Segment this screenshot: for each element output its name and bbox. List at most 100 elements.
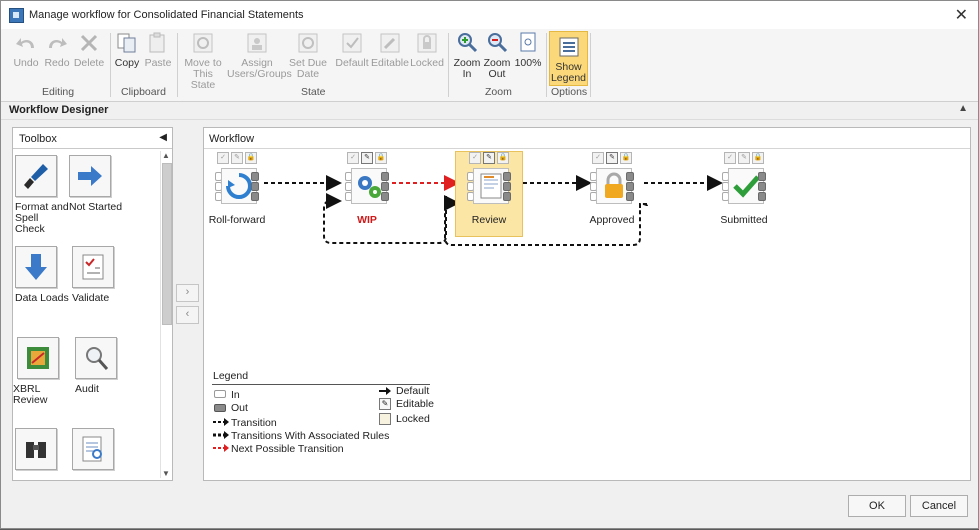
- copy-button[interactable]: Copy: [113, 31, 141, 69]
- app-icon: [9, 8, 24, 23]
- out-port: [758, 172, 766, 181]
- copy-icon: [115, 31, 139, 55]
- pencil-icon: [378, 31, 402, 55]
- redo-label: Redo: [44, 57, 70, 69]
- locked-button[interactable]: Locked: [410, 31, 444, 69]
- toolbox-item-data-loads[interactable]: Data Loads: [15, 246, 71, 304]
- toolbox-item-label: XBRL Review: [13, 383, 48, 406]
- document-search-icon: [72, 428, 114, 470]
- locked-label: Locked: [410, 57, 444, 69]
- delete-button[interactable]: Delete: [73, 31, 105, 69]
- zoom-in-icon: [455, 31, 479, 55]
- show-legend-button[interactable]: Show Legend: [549, 31, 588, 86]
- default-flag-icon: ✓: [724, 152, 736, 164]
- toolbox-item-label: Audit: [75, 383, 99, 395]
- group-editing-label: Editing: [42, 86, 75, 98]
- calendar-icon: [296, 31, 320, 55]
- zoom-out-button[interactable]: Zoom Out: [482, 31, 512, 80]
- add-to-workflow-button[interactable]: ›: [176, 284, 199, 302]
- toolbox-scrollbar[interactable]: ▲ ▼: [160, 151, 172, 478]
- in-port-swatch: [214, 390, 226, 398]
- set-due-date-button[interactable]: Set Due Date: [289, 31, 327, 80]
- group-separator: [177, 33, 178, 97]
- paste-icon: [146, 31, 170, 55]
- collapse-chevron-icon[interactable]: ▲: [958, 103, 968, 114]
- xbrl-review-icon: [17, 337, 59, 379]
- toolbox-item-validate[interactable]: Validate: [72, 246, 128, 304]
- default-flag-icon: ✓: [469, 152, 481, 164]
- zoom-100-button[interactable]: 100%: [513, 31, 543, 69]
- title-bar: Manage workflow for Consolidated Financi…: [1, 1, 978, 30]
- editable-flag-icon: ✎: [606, 152, 618, 164]
- remove-from-workflow-button[interactable]: ‹: [176, 306, 199, 324]
- locked-flag-icon: 🔒: [752, 152, 764, 164]
- legend-title: Legend: [213, 370, 249, 382]
- legend-default: Default: [396, 385, 430, 397]
- out-port: [758, 192, 766, 201]
- node-flags: ✓ ✎ 🔒: [204, 152, 270, 164]
- locked-flag-icon: 🔒: [375, 152, 387, 164]
- node-label: Review: [471, 214, 507, 226]
- assign-users-groups-button[interactable]: Assign Users/Groups: [227, 31, 292, 80]
- default-button[interactable]: Default: [335, 31, 369, 69]
- out-port: [758, 182, 766, 191]
- locked-legend-icon: [379, 413, 391, 425]
- zoom-in-button[interactable]: Zoom In: [452, 31, 482, 80]
- legend-out: Out: [231, 402, 248, 414]
- node-label: Submitted: [720, 214, 768, 226]
- node-submitted[interactable]: ✓ ✎ 🔒 Submitted: [711, 152, 777, 226]
- legend-transition: Transition: [231, 417, 277, 429]
- editable-button[interactable]: Editable: [371, 31, 409, 69]
- editable-legend-icon: ✎: [379, 398, 391, 410]
- scroll-down-icon[interactable]: ▼: [162, 469, 170, 478]
- default-arrow-icon: [379, 387, 391, 395]
- redo-button[interactable]: Redo: [42, 31, 72, 69]
- workflow-canvas: Workflow ✓ ✎ 🔒 Roll-forward ✓ ✎ 🔒 WIP ✓ …: [203, 127, 971, 481]
- cancel-button[interactable]: Cancel: [910, 495, 968, 517]
- node-approved[interactable]: ✓ ✎ 🔒 Approved: [579, 152, 645, 226]
- toolbox-item-audit[interactable]: Audit: [75, 337, 131, 395]
- scroll-up-icon[interactable]: ▲: [162, 151, 170, 160]
- zoom-in-label-2: In: [462, 68, 472, 80]
- move-label-2: This State: [190, 68, 216, 91]
- move-to-this-state-button[interactable]: Move to This State: [181, 31, 225, 91]
- out-port: [626, 192, 634, 201]
- paste-button[interactable]: Paste: [143, 31, 173, 69]
- legend-editable: Editable: [396, 398, 434, 410]
- brush-icon: [15, 155, 57, 197]
- magnifier-icon: [75, 337, 117, 379]
- toolbox-item-format-spell-check[interactable]: Format and Spell Check: [15, 155, 71, 235]
- locked-flag-icon: 🔒: [620, 152, 632, 164]
- scroll-thumb[interactable]: [162, 163, 172, 325]
- toolbox-item-partial[interactable]: [15, 428, 71, 475]
- zoom-out-icon: [485, 31, 509, 55]
- ok-button[interactable]: OK: [848, 495, 906, 517]
- group-separator: [546, 33, 547, 97]
- undo-button[interactable]: Undo: [11, 31, 41, 69]
- out-port: [251, 192, 259, 201]
- node-flags: ✓ ✎ 🔒: [456, 152, 522, 164]
- node-wip[interactable]: ✓ ✎ 🔒 WIP: [334, 152, 400, 226]
- out-port: [251, 182, 259, 191]
- node-review[interactable]: ✓ ✎ 🔒 Review: [455, 151, 523, 237]
- toolbox-item-partial[interactable]: [72, 428, 128, 475]
- close-icon[interactable]: ✕: [955, 5, 968, 25]
- lock-icon: [415, 31, 439, 55]
- toolbox-header: Toolbox ◀: [13, 128, 172, 149]
- editable-flag-icon: ✎: [483, 152, 495, 164]
- show-legend-label-2: Legend: [550, 72, 587, 84]
- toolbox-panel: Toolbox ◀ Format and Spell Check Not Sta…: [12, 127, 173, 481]
- group-state-label: State: [301, 86, 326, 98]
- editable-flag-icon: ✎: [231, 152, 243, 164]
- assign-label-2: Users/Groups: [227, 68, 292, 80]
- group-separator: [590, 33, 591, 97]
- node-roll-forward[interactable]: ✓ ✎ 🔒 Roll-forward: [204, 152, 270, 226]
- node-flags: ✓ ✎ 🔒: [711, 152, 777, 164]
- legend-next: Next Possible Transition: [231, 443, 344, 455]
- collapse-toolbox-icon[interactable]: ◀: [159, 132, 167, 143]
- locked-flag-icon: 🔒: [497, 152, 509, 164]
- out-port: [381, 172, 389, 181]
- group-separator: [448, 33, 449, 97]
- toolbox-item-not-started[interactable]: Not Started: [69, 155, 125, 213]
- toolbox-item-xbrl-review[interactable]: XBRL Review: [13, 337, 69, 406]
